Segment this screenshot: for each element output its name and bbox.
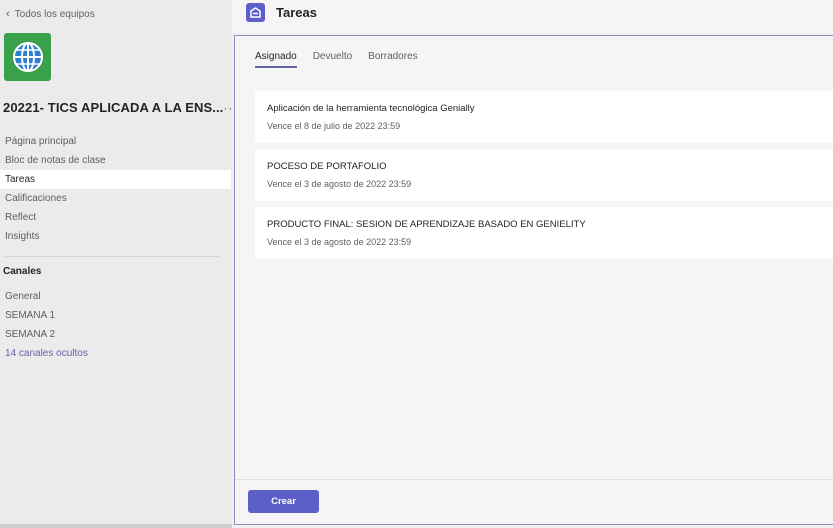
assignment-title: POCESO DE PORTAFOLIO (267, 161, 387, 172)
create-button[interactable]: Crear (248, 490, 319, 513)
assignment-title: Aplicación de la herramienta tecnológica… (267, 103, 475, 114)
channel-list: General SEMANA 1 SEMANA 2 14 canales ocu… (0, 287, 232, 363)
hidden-channels-link[interactable]: 14 canales ocultos (0, 344, 232, 363)
assignment-tabs: Asignado Devuelto Borradores (255, 51, 418, 68)
sidebar-scrollbar[interactable] (0, 524, 232, 528)
assignment-title: PRODUCTO FINAL: SESION DE APRENDIZAJE BA… (267, 219, 586, 230)
team-nav: Página principal Bloc de notas de clase … (0, 132, 232, 246)
assignment-due-date: Vence el 3 de agosto de 2022 23:59 (267, 179, 412, 189)
assignment-card[interactable]: PRODUCTO FINAL: SESION DE APRENDIZAJE BA… (255, 207, 833, 259)
team-header: 20221- TICS APLICADA A LA ENS... ··· (3, 100, 237, 115)
assignment-card[interactable]: POCESO DE PORTAFOLIO Vence el 3 de agost… (255, 149, 833, 201)
nav-item-bloc-de-notas[interactable]: Bloc de notas de clase (0, 151, 232, 170)
channels-heading: Canales (3, 266, 42, 277)
channel-semana-1[interactable]: SEMANA 1 (0, 306, 232, 325)
app-header: Tareas (232, 0, 833, 33)
nav-item-tareas[interactable]: Tareas (0, 170, 231, 189)
nav-item-reflect[interactable]: Reflect (0, 208, 232, 227)
chevron-left-icon: ‹ (6, 8, 10, 20)
nav-item-calificaciones[interactable]: Calificaciones (0, 189, 232, 208)
assignment-due-date: Vence el 8 de julio de 2022 23:59 (267, 121, 401, 131)
tab-asignado[interactable]: Asignado (255, 51, 297, 68)
back-to-all-teams-link[interactable]: ‹ Todos los equipos (6, 8, 95, 20)
back-link-label: Todos los equipos (14, 8, 95, 20)
assignment-list: Aplicación de la herramienta tecnológica… (255, 91, 833, 265)
globe-icon (12, 42, 43, 72)
channel-semana-2[interactable]: SEMANA 2 (0, 325, 232, 344)
assignments-icon (246, 3, 265, 22)
tab-devuelto[interactable]: Devuelto (313, 51, 352, 68)
footer-divider (235, 479, 833, 480)
sidebar-divider (5, 256, 220, 257)
page-title: Tareas (276, 5, 317, 20)
tab-borradores[interactable]: Borradores (368, 51, 417, 68)
assignment-due-date: Vence el 3 de agosto de 2022 23:59 (267, 237, 412, 247)
sidebar: ‹ Todos los equipos 20221- TICS APLICADA… (0, 0, 237, 528)
team-avatar[interactable] (4, 33, 51, 81)
team-name[interactable]: 20221- TICS APLICADA A LA ENS... (3, 100, 223, 115)
nav-item-pagina-principal[interactable]: Página principal (0, 132, 232, 151)
assignment-card[interactable]: Aplicación de la herramienta tecnológica… (255, 91, 833, 143)
channel-general[interactable]: General (0, 287, 232, 306)
assignments-panel: Asignado Devuelto Borradores Aplicación … (234, 35, 833, 525)
nav-item-insights[interactable]: Insights (0, 227, 232, 246)
